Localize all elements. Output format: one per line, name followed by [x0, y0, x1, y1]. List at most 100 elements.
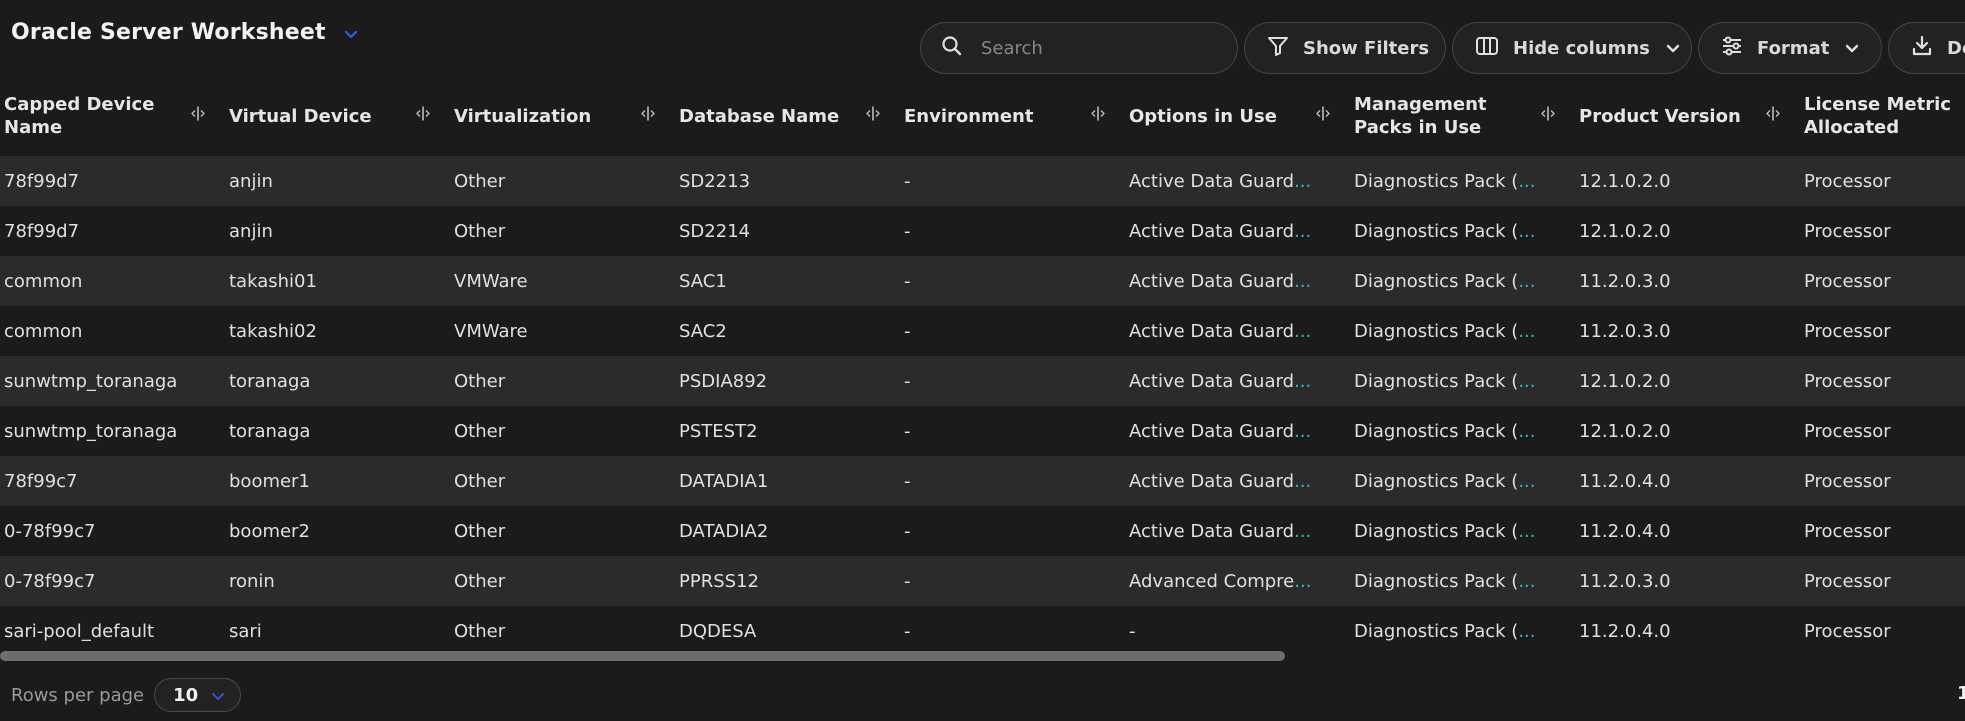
table-row[interactable]: sunwtmp_toranaga toranaga Other PSDIA892 - Ac… [0, 356, 1965, 406]
cell-text: toranaga [229, 420, 311, 442]
table-row[interactable]: common takashi01 VMWare SAC1 - Active Data Gu… [0, 256, 1965, 306]
column-header[interactable]: Virtualization [450, 76, 675, 156]
table-cell: Processor [1800, 456, 1965, 506]
cell-text: VMWare [454, 320, 528, 342]
table-cell: anjin [225, 156, 450, 206]
column-header-label: License Metric Allocated [1804, 94, 1951, 138]
cell-text: Active Data Guard [1129, 520, 1294, 542]
column-header[interactable]: Environment [900, 76, 1125, 156]
column-header-label: Management Packs in Use [1354, 94, 1487, 138]
table-cell: VMWare [450, 256, 675, 306]
table-cell: SD2214 [675, 206, 900, 256]
table-row[interactable]: 78f99d7 anjin Other SD2213 - Active Data Guar… [0, 156, 1965, 206]
filter-icon [1267, 35, 1289, 62]
data-table: Capped Device Name Virtual Device Virtuali… [0, 76, 1965, 656]
format-button[interactable]: Format [1698, 22, 1882, 74]
column-header-label: Environment [904, 105, 1034, 127]
search-icon [941, 35, 963, 62]
table-cell: Diagnostics Pack (... [1350, 206, 1575, 256]
truncation-ellipsis: ... [1294, 220, 1312, 242]
cell-text: DQDESA [679, 620, 757, 642]
cell-text: 12.1.0.2.0 [1579, 420, 1671, 442]
cell-text: Other [454, 170, 506, 192]
table-cell: - [900, 306, 1125, 356]
table-cell: Other [450, 206, 675, 256]
cell-text: sari [229, 620, 262, 642]
table-cell: DATADIA1 [675, 456, 900, 506]
table-cell: 11.2.0.4.0 [1575, 506, 1800, 556]
table-cell: - [900, 206, 1125, 256]
cell-text: 0-78f99c7 [4, 570, 96, 592]
table-cell: Other [450, 556, 675, 606]
download-button[interactable]: Download [1888, 22, 1965, 74]
table-cell: ronin [225, 556, 450, 606]
column-resize-icon[interactable] [191, 105, 205, 128]
table-cell: Processor [1800, 256, 1965, 306]
search-box[interactable] [920, 22, 1238, 74]
table-cell: 11.2.0.4.0 [1575, 456, 1800, 506]
column-header[interactable]: Database Name [675, 76, 900, 156]
column-resize-icon[interactable] [641, 105, 655, 128]
cell-text: takashi02 [229, 320, 317, 342]
cell-text: SD2213 [679, 170, 751, 192]
cell-text: Other [454, 370, 506, 392]
download-label: Download [1947, 37, 1965, 59]
search-input[interactable] [981, 37, 1201, 59]
table-cell: common [0, 306, 225, 356]
table-cell: - [900, 556, 1125, 606]
cell-text: common [4, 270, 83, 292]
table-row[interactable]: sari-pool_default sari Other DQDESA - - Diagno… [0, 606, 1965, 656]
table-cell: Processor [1800, 506, 1965, 556]
rows-per-page-select[interactable]: 10 [154, 678, 242, 712]
column-resize-icon[interactable] [1766, 105, 1780, 128]
chevron-down-icon [1666, 38, 1680, 59]
column-resize-icon[interactable] [1091, 105, 1105, 128]
show-filters-button[interactable]: Show Filters [1244, 22, 1446, 74]
table-row[interactable]: 78f99d7 anjin Other SD2214 - Active Data Guar… [0, 206, 1965, 256]
column-resize-icon[interactable] [866, 105, 880, 128]
column-header[interactable]: License Metric Allocated [1800, 76, 1965, 156]
table-row[interactable]: sunwtmp_toranaga toranaga Other PSTEST2 - Act… [0, 406, 1965, 456]
table-header-row: Capped Device Name Virtual Device Virtuali… [0, 76, 1965, 156]
cell-text: Active Data Guard [1129, 470, 1294, 492]
cell-text: Processor [1804, 220, 1891, 242]
table-cell: Advanced Compre... [1125, 556, 1350, 606]
table-row[interactable]: 0-78f99c7 ronin Other PPRSS12 - Advanced Comp… [0, 556, 1965, 606]
cell-text: - [904, 620, 911, 642]
table-row[interactable]: 78f99c7 boomer1 Other DATADIA1 - Active Data … [0, 456, 1965, 506]
column-header[interactable]: Virtual Device [225, 76, 450, 156]
column-resize-icon[interactable] [416, 105, 430, 128]
table-cell: boomer2 [225, 506, 450, 556]
cell-text: DATADIA2 [679, 520, 769, 542]
horizontal-scrollbar[interactable] [0, 651, 1285, 661]
truncation-ellipsis: ... [1518, 320, 1536, 342]
column-resize-icon[interactable] [1541, 105, 1555, 128]
column-header[interactable]: Options in Use [1125, 76, 1350, 156]
table-cell: Diagnostics Pack (... [1350, 456, 1575, 506]
cell-text: 11.2.0.3.0 [1579, 570, 1671, 592]
page-number[interactable]: 1 [1957, 683, 1965, 704]
truncation-ellipsis: ... [1518, 570, 1536, 592]
table-cell: 11.2.0.3.0 [1575, 306, 1800, 356]
table-row[interactable]: 0-78f99c7 boomer2 Other DATADIA2 - Active Dat… [0, 506, 1965, 556]
column-header[interactable]: Management Packs in Use [1350, 76, 1575, 156]
truncation-ellipsis: ... [1294, 270, 1312, 292]
table-row[interactable]: common takashi02 VMWare SAC2 - Active Data Gu… [0, 306, 1965, 356]
column-resize-icon[interactable] [1316, 105, 1330, 128]
truncation-ellipsis: ... [1518, 620, 1536, 642]
table-cell: Active Data Guard... [1125, 506, 1350, 556]
table-cell: sari-pool_default [0, 606, 225, 656]
table-cell: sunwtmp_toranaga [0, 356, 225, 406]
table-cell: anjin [225, 206, 450, 256]
cell-text: - [904, 470, 911, 492]
cell-text: Active Data Guard [1129, 270, 1294, 292]
column-header[interactable]: Capped Device Name [0, 76, 225, 156]
hide-columns-button[interactable]: Hide columns [1452, 22, 1692, 74]
rows-per-page-label: Rows per page [11, 684, 145, 706]
page-title: Oracle Server Worksheet [11, 20, 326, 45]
cell-text: Active Data Guard [1129, 220, 1294, 242]
table-cell: - [900, 506, 1125, 556]
chevron-down-icon[interactable] [344, 25, 358, 44]
column-header[interactable]: Product Version [1575, 76, 1800, 156]
cell-text: Diagnostics Pack ( [1354, 270, 1519, 292]
